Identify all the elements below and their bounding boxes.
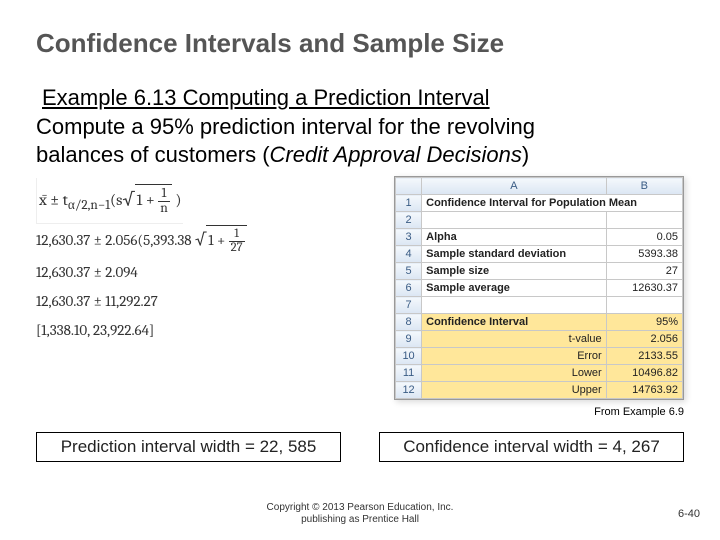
fraction: 1n [158, 187, 170, 215]
cell [422, 297, 607, 314]
cell-a9: t-value [422, 331, 607, 348]
cell-a6: Sample average [422, 280, 607, 297]
math-column: x̄ ± tα/2,n−1(s1 + 1n ) 12,630.37 ± 2.05… [36, 176, 384, 346]
widths-row: Prediction interval width = 22, 585 Conf… [36, 432, 684, 462]
row-header: 9 [396, 331, 422, 348]
cell-b3: 0.05 [606, 229, 682, 246]
excel-caption: From Example 6.9 [394, 406, 684, 418]
body-line2-italic: Credit Approval Decisions [270, 142, 522, 167]
row-header: 11 [396, 365, 422, 382]
row-header: 2 [396, 212, 422, 229]
body-line2a: balances of customers ( [36, 142, 270, 167]
formula-lhs: x̄ ± t [39, 191, 68, 209]
formula-sub: α/2,n−1 [68, 198, 110, 213]
math-line5: [1,338.10, 23,922.64] [36, 316, 384, 345]
copyright-line2: publishing as Prentice Hall [301, 514, 419, 525]
copyright: Copyright © 2013 Pearson Education, Inc.… [0, 502, 720, 526]
frac-den: 27 [229, 242, 245, 255]
body-text: Compute a 95% prediction interval for th… [36, 113, 684, 168]
excel-column: A B 1Confidence Interval for Population … [394, 176, 684, 418]
cell-a10: Error [422, 348, 607, 365]
copyright-line1: Copyright © 2013 Pearson Education, Inc. [267, 502, 454, 513]
slide: Confidence Intervals and Sample Size Exa… [0, 0, 720, 540]
row-header: 12 [396, 382, 422, 399]
cell-b11: 10496.82 [606, 365, 682, 382]
math-line4: 12,630.37 ± 11,292.27 [36, 287, 384, 316]
cell [606, 297, 682, 314]
cell [422, 212, 607, 229]
row-header: 4 [396, 246, 422, 263]
frac-num: 1 [158, 187, 170, 202]
frac-den: n [158, 202, 170, 216]
math-line2: 12,630.37 ± 2.056(5,393.38 1 + 127 [36, 224, 384, 258]
fraction: 127 [229, 228, 245, 255]
body-line2c: ) [522, 142, 529, 167]
cell-a8: Confidence Interval [422, 314, 607, 331]
page-number: 6-40 [678, 508, 700, 520]
formula-generic: x̄ ± tα/2,n−1(s1 + 1n ) [36, 178, 183, 224]
math-line2a: 12,630.37 ± 2.056(5,393.38 [36, 231, 192, 249]
cell-a4: Sample standard deviation [422, 246, 607, 263]
row-header: 8 [396, 314, 422, 331]
row-header: 6 [396, 280, 422, 297]
cell-b5: 27 [606, 263, 682, 280]
row-header: 7 [396, 297, 422, 314]
cell-b6: 12630.37 [606, 280, 682, 297]
body-line1: Compute a 95% prediction interval for th… [36, 114, 535, 139]
cell-b8: 95% [606, 314, 682, 331]
row-header: 1 [396, 195, 422, 212]
row-header: 5 [396, 263, 422, 280]
example-heading: Example 6.13 Computing a Prediction Inte… [42, 85, 684, 111]
line2-inside: 1 + [208, 231, 228, 249]
col-header-a: A [422, 178, 607, 195]
cell-b4: 5393.38 [606, 246, 682, 263]
confidence-width-box: Confidence interval width = 4, 267 [379, 432, 684, 462]
prediction-width-box: Prediction interval width = 22, 585 [36, 432, 341, 462]
formula-inside: 1 + [137, 191, 159, 209]
cell-a1: Confidence Interval for Population Mean [422, 195, 683, 212]
cell [606, 212, 682, 229]
cell-b12: 14763.92 [606, 382, 682, 399]
cell-b10: 2133.55 [606, 348, 682, 365]
excel-corner [396, 178, 422, 195]
col-header-b: B [606, 178, 682, 195]
cell-b9: 2.056 [606, 331, 682, 348]
row-header: 10 [396, 348, 422, 365]
page-title: Confidence Intervals and Sample Size [36, 28, 684, 59]
cell-a12: Upper [422, 382, 607, 399]
cell-a5: Sample size [422, 263, 607, 280]
math-line3: 12,630.37 ± 2.094 [36, 258, 384, 287]
row-header: 3 [396, 229, 422, 246]
formula-mid: (s [110, 191, 122, 209]
cell-a3: Alpha [422, 229, 607, 246]
sqrt-icon: 1 + 127 [195, 224, 247, 258]
excel-table: A B 1Confidence Interval for Population … [394, 176, 684, 400]
sqrt-icon: 1 + 1n [122, 182, 171, 218]
frac-num: 1 [229, 228, 245, 242]
content-row: x̄ ± tα/2,n−1(s1 + 1n ) 12,630.37 ± 2.05… [36, 176, 684, 418]
cell-a11: Lower [422, 365, 607, 382]
